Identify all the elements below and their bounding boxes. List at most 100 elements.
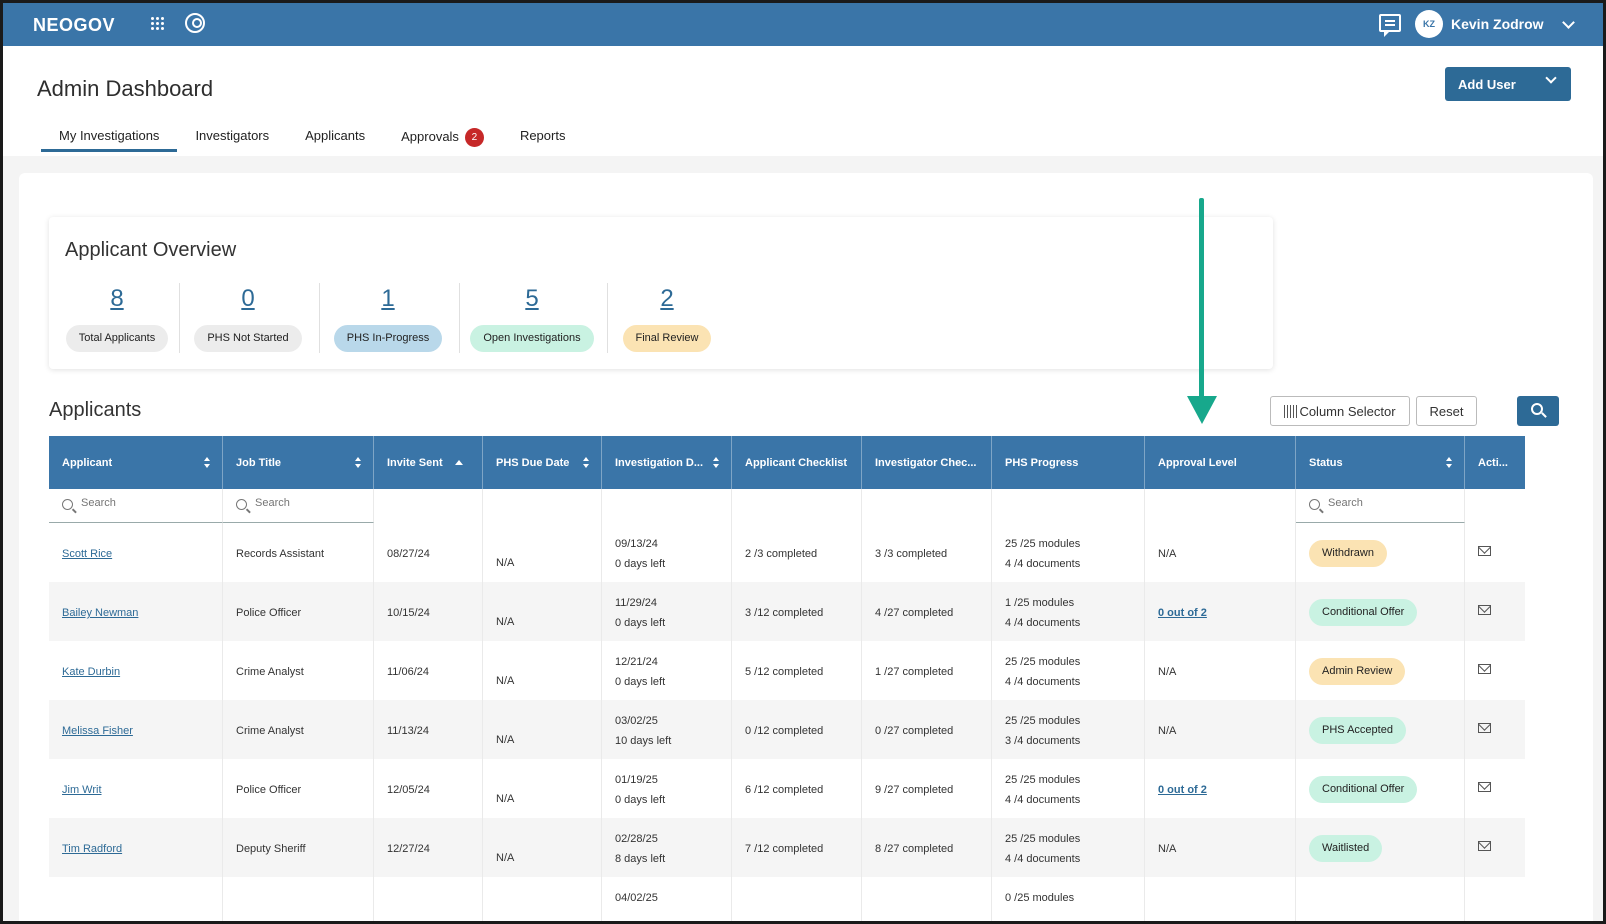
divider (179, 283, 180, 353)
approval-level-text[interactable]: 0 out of 2 (1158, 784, 1207, 796)
cell-invite-sent (374, 877, 483, 921)
column-header-phs-progress[interactable]: PHS Progress (992, 436, 1145, 489)
mail-icon[interactable] (1478, 723, 1491, 733)
user-circle-icon[interactable] (185, 13, 205, 33)
job-title-search-input[interactable] (255, 497, 355, 509)
stat-label: Total Applicants (65, 325, 169, 352)
tab-reports[interactable]: Reports (502, 116, 584, 152)
approval-level-text[interactable]: 0 out of 2 (1158, 607, 1207, 619)
cell-actions (1465, 582, 1525, 641)
invite-sent-text: 12/05/24 (387, 784, 430, 796)
table-row: Kate Durbin Crime Analyst 11/06/24 N/A 1… (49, 641, 1525, 700)
cell-status: Withdrawn (1296, 523, 1465, 582)
cell-investigation-date: 12/21/24 0 days left (602, 641, 732, 700)
cell-approval-level: N/A (1145, 641, 1296, 700)
documents-progress-text: 3 /4 documents (1005, 735, 1081, 747)
applicant-search-input[interactable] (81, 497, 181, 509)
mail-icon[interactable] (1478, 605, 1491, 615)
mail-icon[interactable] (1478, 664, 1491, 674)
stat-phs-in-progress[interactable]: 1 PHS In-Progress (333, 285, 443, 352)
search-icon (1531, 403, 1543, 415)
cell-job-title: Police Officer (223, 582, 374, 641)
brand-logo[interactable]: NEOGOV (33, 15, 115, 36)
applicant-name-link[interactable]: Jim Writ (62, 784, 102, 796)
stat-value[interactable]: 5 (467, 285, 597, 313)
mail-icon[interactable] (1478, 782, 1491, 792)
tab-label: Reports (519, 128, 566, 143)
tab-investigators[interactable]: Investigators (177, 116, 287, 152)
applicant-checklist-text: 7 /12 completed (745, 843, 824, 855)
search-icon (62, 499, 73, 510)
phs-due-date-text: N/A (496, 675, 515, 687)
column-header-status[interactable]: Status (1296, 436, 1465, 489)
tab-applicants[interactable]: Applicants (287, 116, 383, 152)
cell-phs-due-date: N/A (483, 582, 602, 641)
applicant-name-link[interactable]: Bailey Newman (62, 607, 138, 619)
cell-applicant (49, 877, 223, 921)
column-label: Job Title (236, 456, 282, 469)
table-row: 04/02/25 0 /25 modules (49, 877, 1525, 921)
column-header-invite-sent[interactable]: Invite Sent (374, 436, 483, 489)
chat-icon[interactable] (1379, 14, 1401, 37)
stat-phs-not-started[interactable]: 0 PHS Not Started (193, 285, 303, 352)
user-menu[interactable]: KZ Kevin Zodrow (1415, 8, 1575, 40)
cell-invite-sent: 11/06/24 (374, 641, 483, 700)
app-grid-icon[interactable] (151, 17, 165, 31)
days-left-text: 10 days left (615, 735, 672, 747)
mail-icon[interactable] (1478, 841, 1491, 851)
column-selector-button[interactable]: Column Selector (1270, 396, 1410, 426)
applicant-name-link[interactable]: Tim Radford (62, 843, 122, 855)
chevron-down-icon (1545, 72, 1557, 84)
cell-applicant-checklist: 7 /12 completed (732, 818, 862, 877)
cell-job-title (223, 877, 374, 921)
applicant-name-link[interactable]: Kate Durbin (62, 666, 120, 678)
search-button[interactable] (1517, 396, 1559, 426)
table-header: Applicant Job Title Invite Sent PHS Due … (49, 436, 1525, 489)
cell-invite-sent: 12/05/24 (374, 759, 483, 818)
sort-icon[interactable] (583, 457, 589, 468)
cell-investigation-date: 04/02/25 (602, 877, 732, 921)
stat-value[interactable]: 2 (621, 285, 713, 313)
stat-open-investigations[interactable]: 5 Open Investigations (467, 285, 597, 352)
sort-icon[interactable] (355, 457, 361, 468)
stat-total-applicants[interactable]: 8 Total Applicants (63, 285, 171, 352)
applicant-name-link[interactable]: Scott Rice (62, 548, 112, 560)
column-header-applicant[interactable]: Applicant (49, 436, 223, 489)
column-header-investigation-date[interactable]: Investigation D... (602, 436, 732, 489)
cell-phs-due-date: N/A (483, 641, 602, 700)
tab-approvals[interactable]: Approvals 2 (383, 116, 502, 152)
status-search-input[interactable] (1328, 497, 1428, 509)
tab-my-investigations[interactable]: My Investigations (41, 116, 178, 152)
invite-sent-text: 11/06/24 (387, 666, 430, 678)
column-header-job-title[interactable]: Job Title (223, 436, 374, 489)
stat-value[interactable]: 0 (193, 285, 303, 313)
sort-icon[interactable] (204, 457, 210, 468)
sort-icon[interactable] (713, 457, 719, 468)
column-header-actions[interactable]: Acti... (1465, 436, 1525, 489)
add-user-button[interactable]: Add User (1445, 67, 1571, 101)
annotation-arrow (1199, 198, 1204, 398)
applicant-name-link[interactable]: Melissa Fisher (62, 725, 133, 737)
status-search-field[interactable] (1296, 489, 1465, 523)
column-header-investigator-checklist[interactable]: Investigator Chec... (862, 436, 992, 489)
sort-icon[interactable] (1446, 457, 1452, 468)
applicant-search-field[interactable] (49, 489, 223, 523)
sort-ascending-icon[interactable] (454, 460, 463, 465)
mail-icon[interactable] (1478, 546, 1491, 556)
column-header-applicant-checklist[interactable]: Applicant Checklist (732, 436, 862, 489)
column-header-approval-level[interactable]: Approval Level (1145, 436, 1296, 489)
cell-phs-progress: 25 /25 modules 4 /4 documents (992, 818, 1145, 877)
reset-button[interactable]: Reset (1416, 396, 1477, 426)
cell-status (1296, 877, 1465, 921)
column-header-phs-due-date[interactable]: PHS Due Date (483, 436, 602, 489)
cell-phs-due-date: N/A (483, 818, 602, 877)
documents-progress-text: 4 /4 documents (1005, 853, 1081, 865)
stat-value[interactable]: 1 (333, 285, 443, 313)
table-row: Scott Rice Records Assistant 08/27/24 N/… (49, 523, 1525, 582)
cell-job-title: Crime Analyst (223, 700, 374, 759)
stat-final-review[interactable]: 2 Final Review (621, 285, 713, 352)
job-title-search-field[interactable] (223, 489, 374, 523)
cell-investigation-date: 01/19/25 0 days left (602, 759, 732, 818)
stat-value[interactable]: 8 (63, 285, 171, 313)
cell-applicant: Melissa Fisher (49, 700, 223, 759)
